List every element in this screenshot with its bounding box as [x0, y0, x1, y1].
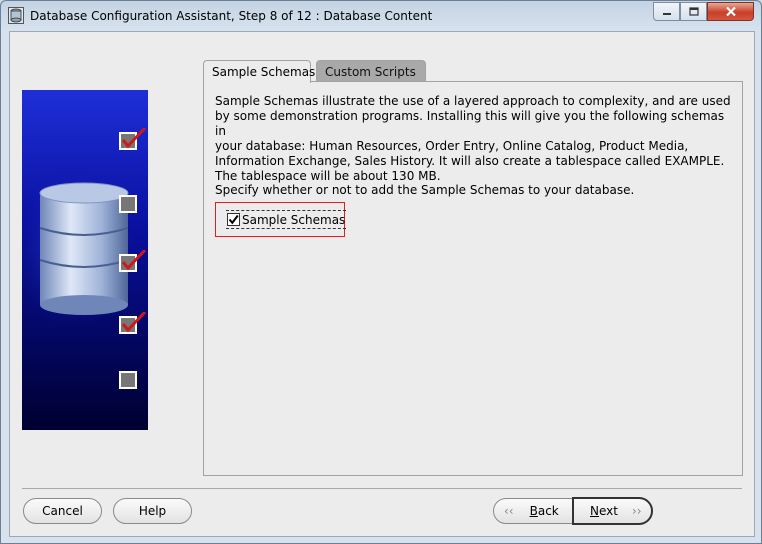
- back-button[interactable]: ‹‹ Back: [493, 498, 573, 524]
- back-button-label: Back: [529, 504, 559, 518]
- window-title: Database Configuration Assistant, Step 8…: [30, 9, 433, 23]
- checkbox-checked-icon[interactable]: [227, 213, 240, 226]
- close-icon: [725, 6, 736, 17]
- maximize-button[interactable]: [680, 2, 707, 21]
- minimize-icon: [662, 12, 671, 15]
- sample-schemas-prompt: Specify whether or not to add the Sample…: [215, 183, 635, 197]
- dbca-window: Database Configuration Assistant, Step 8…: [0, 0, 762, 544]
- client-area: Sample Schemas Custom Scripts Sample Sch…: [9, 31, 755, 537]
- cancel-button-label: Cancel: [42, 504, 83, 518]
- maximize-icon: [688, 7, 699, 16]
- step-checked-icon: [119, 128, 147, 150]
- sample-schemas-checkbox[interactable]: Sample Schemas: [226, 210, 347, 229]
- minimize-button[interactable]: [653, 2, 680, 21]
- tab-custom-scripts[interactable]: Custom Scripts: [316, 60, 426, 82]
- help-button[interactable]: Help: [113, 498, 192, 524]
- database-app-icon: [8, 7, 24, 24]
- step-checked-icon: [119, 250, 147, 272]
- help-button-label: Help: [138, 504, 167, 518]
- step-indicators: [119, 128, 149, 428]
- title-bar[interactable]: Database Configuration Assistant, Step 8…: [1, 1, 761, 31]
- sample-schemas-description: Sample Schemas illustrate the use of a l…: [215, 94, 731, 183]
- tab-content-panel: Sample Schemas illustrate the use of a l…: [203, 81, 743, 476]
- chevron-right-icon: ››: [631, 504, 642, 518]
- close-button[interactable]: [707, 2, 754, 21]
- step-checked-icon: [119, 312, 147, 334]
- tab-sample-schemas[interactable]: Sample Schemas: [203, 60, 315, 83]
- highlight-box: Sample Schemas: [215, 202, 347, 237]
- step-unchecked-icon: [119, 371, 137, 389]
- sample-schemas-checkbox-label[interactable]: Sample Schemas: [242, 213, 345, 227]
- step-unchecked-icon: [119, 195, 137, 213]
- cancel-button[interactable]: Cancel: [23, 498, 102, 524]
- chevron-left-icon: ‹‹: [504, 504, 514, 518]
- button-separator: [22, 488, 742, 489]
- next-button[interactable]: Next ››: [572, 497, 653, 525]
- next-button-label: Next: [590, 504, 618, 518]
